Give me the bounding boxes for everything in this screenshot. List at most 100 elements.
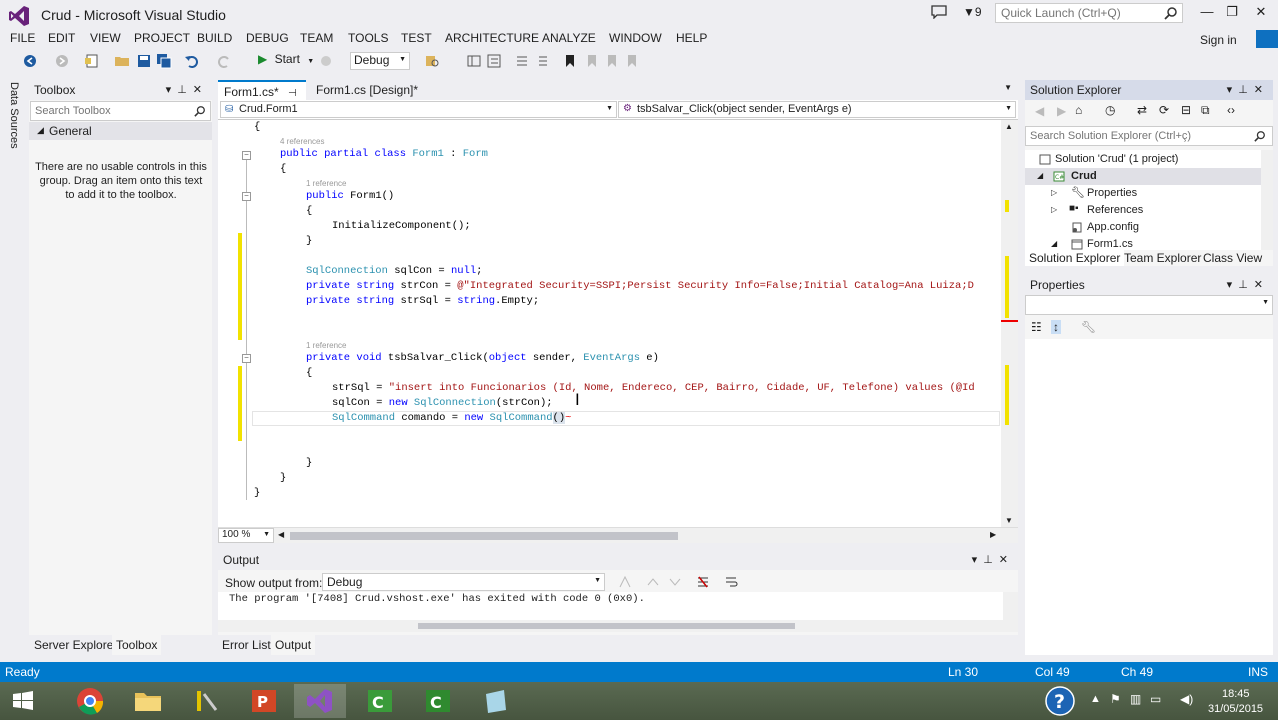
show-all-files-icon[interactable]: ⧉ xyxy=(1201,103,1210,118)
word-wrap-icon[interactable] xyxy=(724,575,738,589)
help-icon[interactable]: ? xyxy=(1044,685,1076,717)
forward-icon[interactable] xyxy=(54,53,70,69)
toolbox-search-box[interactable] xyxy=(30,101,211,121)
next-bookmark-icon[interactable] xyxy=(604,53,620,69)
forward-icon[interactable]: ▶ xyxy=(1057,104,1066,118)
tree-item-properties[interactable]: ▷ 🔧︎ Properties xyxy=(1025,185,1261,202)
find-in-files-icon[interactable] xyxy=(424,53,440,69)
quick-launch-input[interactable] xyxy=(996,4,1156,22)
stop-icon[interactable] xyxy=(318,53,334,69)
search-icon[interactable] xyxy=(1254,130,1266,142)
open-file-icon[interactable] xyxy=(114,53,130,69)
network-icon[interactable]: ▥ xyxy=(1130,692,1141,706)
collapse-ctor-icon[interactable]: − xyxy=(242,192,251,201)
codelens-references[interactable]: 1 reference xyxy=(306,341,346,350)
menu-tools[interactable]: TOOLS xyxy=(348,31,388,45)
output-scroll-thumb[interactable] xyxy=(418,623,795,629)
flag-icon[interactable]: ⚑ xyxy=(1110,692,1121,706)
toolbox-search-input[interactable] xyxy=(31,102,181,120)
sign-in-link[interactable]: Sign in xyxy=(1200,33,1237,47)
clock-time[interactable]: 18:45 xyxy=(1222,688,1250,700)
editor-vertical-scrollbar[interactable]: ▲ ▼ xyxy=(1001,120,1018,527)
pin-icon[interactable]: ⊣ xyxy=(288,88,297,99)
pin-icon[interactable]: ⊥ xyxy=(177,84,193,96)
notification-count[interactable]: ▼9 xyxy=(963,5,982,19)
uncomment-lines-icon[interactable] xyxy=(534,53,550,69)
notepad-icon[interactable] xyxy=(470,684,522,718)
property-pages-icon[interactable]: 🔧︎ xyxy=(1081,320,1096,334)
visual-studio-taskbar-icon[interactable] xyxy=(294,684,346,718)
minimize-button[interactable]: — xyxy=(1196,4,1218,22)
menu-team[interactable]: TEAM xyxy=(300,31,333,45)
close-button[interactable]: ✕ xyxy=(1250,4,1272,22)
dropdown-icon[interactable]: ▾ xyxy=(972,554,984,566)
new-project-icon[interactable] xyxy=(84,53,100,69)
save-all-icon[interactable] xyxy=(156,53,172,69)
menu-debug[interactable]: DEBUG xyxy=(246,31,289,45)
dropdown-icon[interactable]: ▾ xyxy=(1227,84,1239,96)
properties-grid[interactable] xyxy=(1025,339,1273,655)
solution-configuration-select[interactable]: Debug ▼ xyxy=(350,52,410,70)
close-icon[interactable]: ✕ xyxy=(1254,84,1269,96)
tab-team-explorer[interactable]: Team Explorer xyxy=(1124,251,1201,265)
menu-view[interactable]: VIEW xyxy=(90,31,121,45)
tab-server-explorer[interactable]: Server Explorer xyxy=(34,638,117,652)
tab-class-view[interactable]: Class View xyxy=(1203,251,1262,265)
horizontal-scroll-thumb[interactable] xyxy=(290,532,678,540)
next-message-icon[interactable] xyxy=(668,575,682,589)
menu-file[interactable]: FILE xyxy=(10,31,35,45)
tab-form1-cs[interactable]: Form1.cs* ⊣ ✕ xyxy=(218,80,306,113)
battery-icon[interactable]: ▭ xyxy=(1150,692,1161,706)
redo-icon[interactable] xyxy=(216,53,232,69)
categorized-icon[interactable]: ☷ xyxy=(1031,320,1042,334)
chrome-icon[interactable] xyxy=(64,684,116,718)
close-icon[interactable]: ✕ xyxy=(193,84,208,96)
tab-solution-explorer[interactable]: Solution Explorer xyxy=(1025,250,1125,266)
member-navigation-select[interactable]: ⚙ tsbSalvar_Click(object sender, EventAr… xyxy=(618,101,1016,118)
toolbox-empty-message[interactable]: There are no usable controls in this gro… xyxy=(35,160,207,202)
pin-icon[interactable]: ⊥ xyxy=(1238,279,1254,291)
save-icon[interactable] xyxy=(136,53,152,69)
scroll-right-icon[interactable]: ▶ xyxy=(990,530,996,539)
tab-toolbox[interactable]: Toolbox xyxy=(112,635,162,655)
clear-bookmarks-icon[interactable] xyxy=(624,53,640,69)
dropdown-icon[interactable]: ▾ xyxy=(1227,279,1239,291)
solution-explorer-search-box[interactable] xyxy=(1025,126,1273,146)
menu-build[interactable]: BUILD xyxy=(197,31,232,45)
notification-flag-icon[interactable] xyxy=(931,5,947,19)
output-vertical-scrollbar[interactable] xyxy=(1003,592,1018,632)
collapse-all-icon[interactable]: ⊟ xyxy=(1181,103,1191,117)
collapse-class-icon[interactable]: − xyxy=(242,151,251,160)
account-icon[interactable] xyxy=(1256,30,1278,48)
powerpoint-icon[interactable]: P xyxy=(238,684,290,718)
scroll-up-icon[interactable]: ▲ xyxy=(1005,122,1013,131)
camtasia-icon[interactable]: C xyxy=(354,684,406,718)
tree-item-references[interactable]: ▷ ■▪ References xyxy=(1025,202,1261,219)
tab-form1-designer[interactable]: Form1.cs [Design]* xyxy=(310,80,424,100)
codelens-references[interactable]: 1 reference xyxy=(306,179,346,188)
output-source-select[interactable]: Debug ▼ xyxy=(322,573,605,591)
data-sources-tab[interactable]: Data Sources xyxy=(0,80,28,160)
menu-architecture[interactable]: ARCHITECTURE xyxy=(445,31,539,45)
previous-bookmark-icon[interactable] xyxy=(584,53,600,69)
scroll-down-icon[interactable]: ▼ xyxy=(1005,516,1013,525)
tab-error-list[interactable]: Error List xyxy=(222,638,271,652)
previous-message-icon[interactable] xyxy=(646,575,660,589)
windows-start-icon[interactable] xyxy=(0,684,46,718)
undo-icon[interactable] xyxy=(184,53,200,69)
tab-list-dropdown-icon[interactable]: ▼ xyxy=(1004,83,1012,92)
menu-help[interactable]: HELP xyxy=(676,31,707,45)
class-navigation-select[interactable]: ⛁ Crud.Form1 ▼ xyxy=(220,101,617,118)
comment-lines-icon[interactable] xyxy=(514,53,530,69)
refresh-icon[interactable]: ⟳ xyxy=(1159,103,1169,117)
menu-test[interactable]: TEST xyxy=(401,31,432,45)
close-icon[interactable]: ✕ xyxy=(1254,279,1269,291)
alphabetical-icon[interactable]: ↕ xyxy=(1051,320,1061,334)
menu-analyze[interactable]: ANALYZE xyxy=(542,31,596,45)
clock-date[interactable]: 31/05/2015 xyxy=(1208,703,1263,715)
close-icon[interactable]: ✕ xyxy=(999,554,1014,566)
tree-item-project[interactable]: ◢ C# Crud xyxy=(1025,168,1261,185)
editor-horizontal-scrollbar[interactable]: 100 % ▼ ◀ ▶ xyxy=(218,527,1018,543)
show-hidden-icons-icon[interactable]: ▲ xyxy=(1090,693,1101,705)
properties-object-select[interactable]: ▼ xyxy=(1025,295,1273,315)
